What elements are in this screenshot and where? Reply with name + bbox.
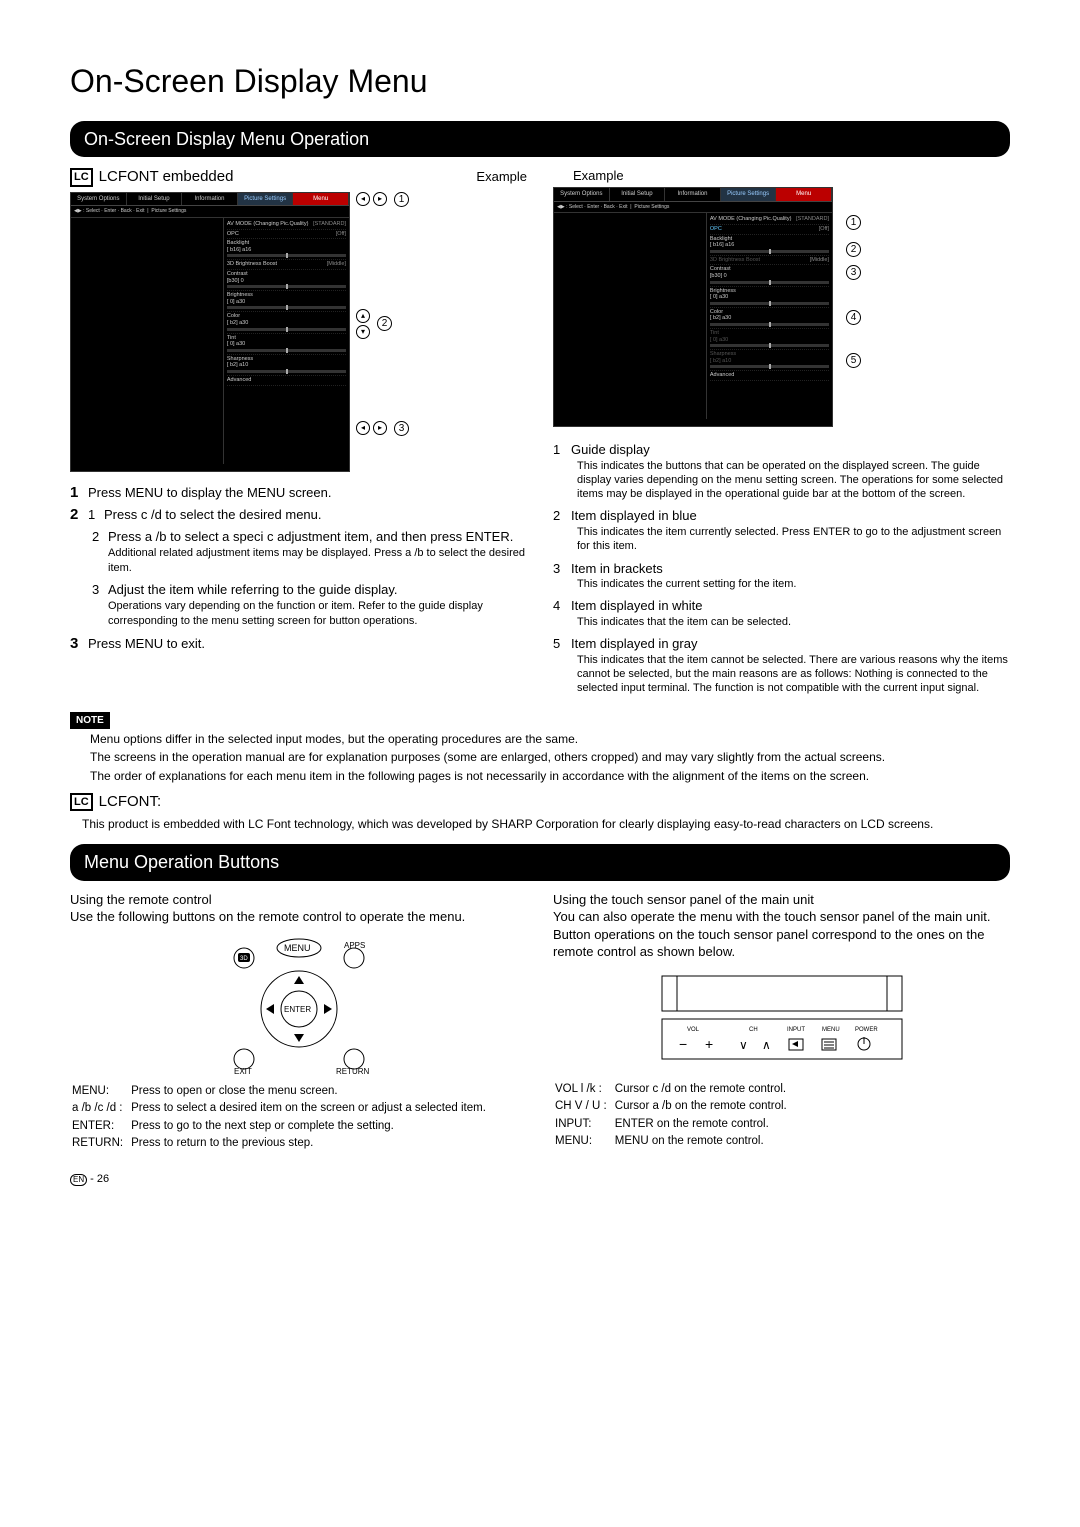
svg-power: POWER <box>855 1027 878 1033</box>
osd-row-boost: 3D Brightness Boost[Middle] <box>227 260 346 270</box>
osd-tab-picture: Picture Settings <box>238 193 294 206</box>
osd-row-sharpness: Sharpness[ b2] a10 <box>227 355 346 376</box>
svg-vol: VOL <box>687 1027 700 1033</box>
svg-ch: CH <box>749 1027 758 1033</box>
remote-legend: MENU:Press to open or close the menu scr… <box>70 1082 488 1154</box>
example-label-right: Example <box>573 167 1010 185</box>
svg-text:∨: ∨ <box>739 1038 748 1052</box>
guide-display-list: 1Guide displayThis indicates the buttons… <box>553 441 1010 696</box>
svg-text:∧: ∧ <box>762 1038 771 1052</box>
osd-row-color: Color[ b2] a30 <box>227 312 346 333</box>
remote-diagram: MENU APPS ENTER EXIT RETURN 3D <box>70 934 527 1074</box>
touch-panel-diagram: VOL CH INPUT MENU POWER − + ∨ ∧ <box>657 971 907 1070</box>
osd-row-tint: Tint[ 0] a30 <box>227 334 346 355</box>
callout-circle-3: 3 <box>846 265 861 280</box>
note-list: Menu options differ in the selected inpu… <box>82 731 1010 784</box>
callout-circle-5: 5 <box>846 353 861 368</box>
osd-row-contrast: Contrast[b30] 0 <box>227 270 346 291</box>
section-heading-buttons: Menu Operation Buttons <box>70 844 1010 880</box>
osd-tab-info: Information <box>182 193 238 206</box>
osd-tab-initial: Initial Setup <box>127 193 183 206</box>
callout-circle-1: 1 <box>846 215 861 230</box>
lcfont-heading: LC LCFONT: <box>70 792 1010 812</box>
callout-2-arrows: ▴▾2 <box>356 309 409 339</box>
osd-screenshot-right: System Options Initial Setup Information… <box>553 187 833 427</box>
lcfont-icon: LC <box>70 168 93 187</box>
callout-circle-2: 2 <box>846 242 861 257</box>
svg-3d: 3D <box>240 956 248 962</box>
operation-steps: 1Press MENU to display the MENU screen. … <box>70 482 527 656</box>
remote-intro: Use the following buttons on the remote … <box>70 908 527 926</box>
lcfont-embedded-text: LCFONT embedded <box>99 167 234 187</box>
page-number: EN - 26 <box>70 1172 1010 1187</box>
osd-left-wrapper: System Options Initial Setup Information… <box>70 192 527 472</box>
callout-circle-4: 4 <box>846 310 861 325</box>
osd-row-brightness: Brightness[ 0] a30 <box>227 291 346 312</box>
osd-tab-menu: Menu <box>293 193 349 206</box>
osd-screenshot-left: System Options Initial Setup Information… <box>70 192 350 472</box>
lcfont-embedded-line: LC LCFONT embedded Example <box>70 167 527 187</box>
note-badge: NOTE <box>70 712 110 730</box>
touch-legend: VOL l /k :Cursor c /d on the remote cont… <box>553 1080 789 1152</box>
svg-return: RETURN <box>336 1067 370 1074</box>
svg-text:−: − <box>679 1036 687 1052</box>
svg-tmenu: MENU <box>822 1027 840 1033</box>
svg-exit: EXIT <box>234 1067 252 1074</box>
touch-heading: Using the touch sensor panel of the main… <box>553 891 1010 909</box>
lcfont-description: This product is embedded with LC Font te… <box>82 816 1010 832</box>
svg-text:+: + <box>705 1036 713 1052</box>
section-heading-operation: On-Screen Display Menu Operation <box>70 121 1010 157</box>
osd-row-blue: OPC[Off] <box>710 225 829 235</box>
remote-heading: Using the remote control <box>70 891 527 909</box>
osd-row-backlight: Backlight[ b16] a16 <box>227 239 346 260</box>
callout-1-arrows: ◂▸1 <box>356 192 409 207</box>
svg-enter: ENTER <box>284 1005 311 1014</box>
touch-intro: You can also operate the menu with the t… <box>553 908 1010 961</box>
lcfont-icon: LC <box>70 793 93 812</box>
osd-tab-system: System Options <box>71 193 127 206</box>
svg-menu: MENU <box>284 943 311 953</box>
page-title: On-Screen Display Menu <box>70 60 1010 103</box>
svg-input: INPUT <box>787 1027 805 1033</box>
osd-row-advanced: Advanced <box>227 376 346 386</box>
callout-3-arrows: ◂▸3 <box>356 421 409 436</box>
example-label-left: Example <box>476 168 527 186</box>
osd-row-opc: OPC[Off] <box>227 230 346 240</box>
osd-right-wrapper: System Options Initial Setup Information… <box>553 187 833 427</box>
osd-guide-bar: ◀▶ : Select · Enter · Back · Exit | Pict… <box>71 206 349 218</box>
osd-row-avmode: AV MODE (Changing Pic.Quality)[STANDARD] <box>227 220 346 230</box>
